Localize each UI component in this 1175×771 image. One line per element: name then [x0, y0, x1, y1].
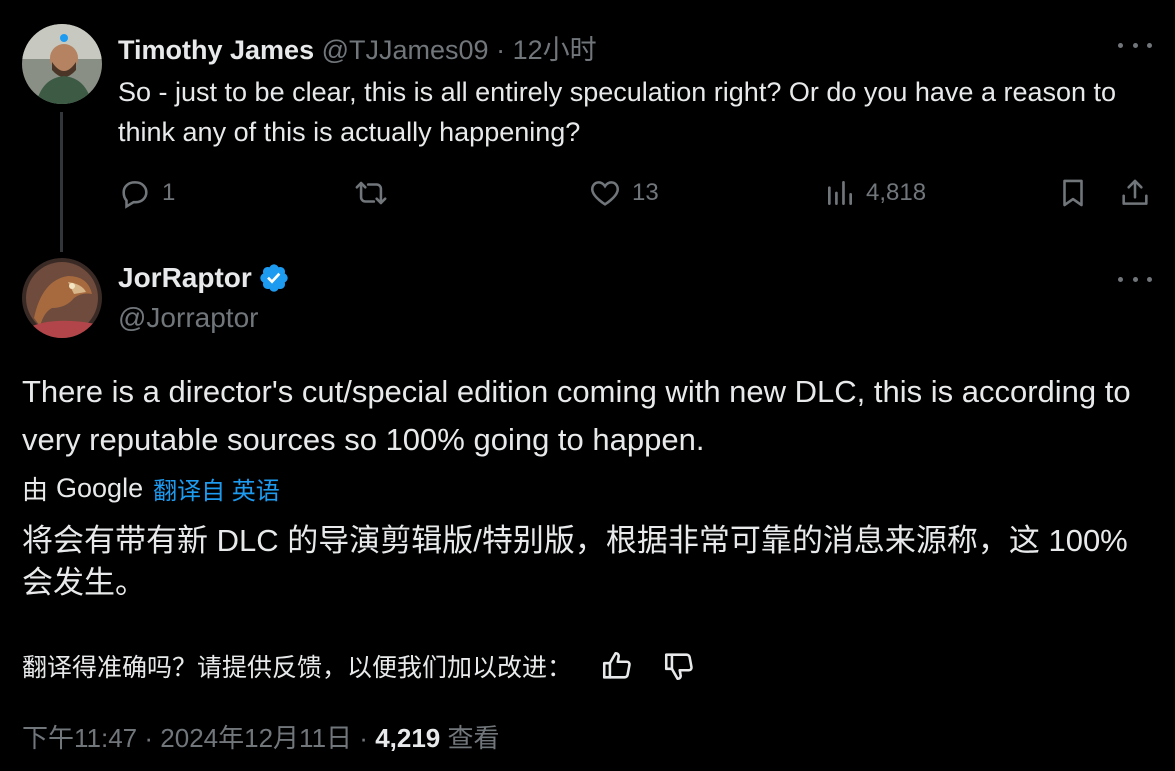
tweet-more-icon[interactable]	[1118, 272, 1152, 286]
reply-author-name[interactable]: Timothy James	[118, 35, 314, 65]
feedback-prompt: 翻译得准确吗？请提供反馈，以便我们加以改进：	[22, 654, 573, 682]
separator-dot: ·	[496, 35, 506, 65]
views-count: 4,818	[866, 179, 927, 206]
share-button[interactable]	[1118, 174, 1152, 212]
thumbs-up-icon[interactable]	[600, 649, 634, 683]
like-button[interactable]: 13	[588, 174, 659, 212]
thread-line	[60, 112, 63, 252]
reply-more-icon[interactable]	[1118, 38, 1152, 52]
translation-source-link[interactable]: 翻译自 英语	[153, 471, 280, 506]
translated-text: 将会有带有新 DLC 的导演剪辑版/特别版，根据非常可靠的消息来源称，这 100…	[22, 523, 1128, 600]
author-name-row: JorRaptor	[118, 262, 290, 294]
retweet-button[interactable]	[352, 174, 390, 212]
reply-button[interactable]: 1	[118, 174, 175, 212]
thumbs-down-icon[interactable]	[662, 649, 696, 683]
tweet-meta: 下午11:47 · 2024年12月11日 · 4,219 查看	[22, 718, 500, 755]
reply-header: Timothy James @TJJames09 · 12小时	[118, 28, 597, 67]
reply-icon	[122, 181, 148, 209]
views-button[interactable]: 4,818	[824, 174, 926, 212]
tweet-time[interactable]: 下午11:47	[22, 723, 137, 753]
bookmark-icon	[1063, 179, 1083, 207]
bookmark-button[interactable]	[1056, 174, 1090, 212]
separator-dot: ·	[359, 723, 368, 753]
like-icon	[591, 181, 619, 206]
reply-author-handle[interactable]: @TJJames09	[322, 35, 489, 65]
like-count: 13	[632, 179, 659, 206]
author-avatar[interactable]	[22, 258, 102, 338]
reply-avatar[interactable]	[22, 24, 102, 104]
translated-by-label: 由	[22, 475, 49, 505]
tweet-views-label: 查看	[447, 723, 500, 753]
views-icon	[828, 181, 852, 205]
author-name[interactable]: JorRaptor	[118, 262, 252, 294]
tweet-views-count: 4,219	[375, 723, 441, 753]
retweet-icon	[355, 181, 387, 205]
reply-time[interactable]: 12小时	[513, 35, 597, 65]
separator-dot: ·	[144, 723, 154, 753]
translation-attribution: 由 Google 翻译自 英语	[22, 470, 280, 507]
author-handle[interactable]: @Jorraptor	[118, 302, 258, 334]
share-icon	[1122, 179, 1148, 205]
reply-count: 1	[162, 179, 176, 206]
translation-feedback: 翻译得准确吗？请提供反馈，以便我们加以改进：	[22, 648, 696, 684]
google-logo: Google	[56, 473, 144, 503]
verified-icon[interactable]	[258, 262, 290, 294]
reply-text: So - just to be clear, this is all entir…	[118, 77, 1117, 147]
tweet-text: There is a director's cut/special editio…	[22, 374, 1131, 457]
tweet-date[interactable]: 2024年12月11日	[160, 723, 352, 753]
